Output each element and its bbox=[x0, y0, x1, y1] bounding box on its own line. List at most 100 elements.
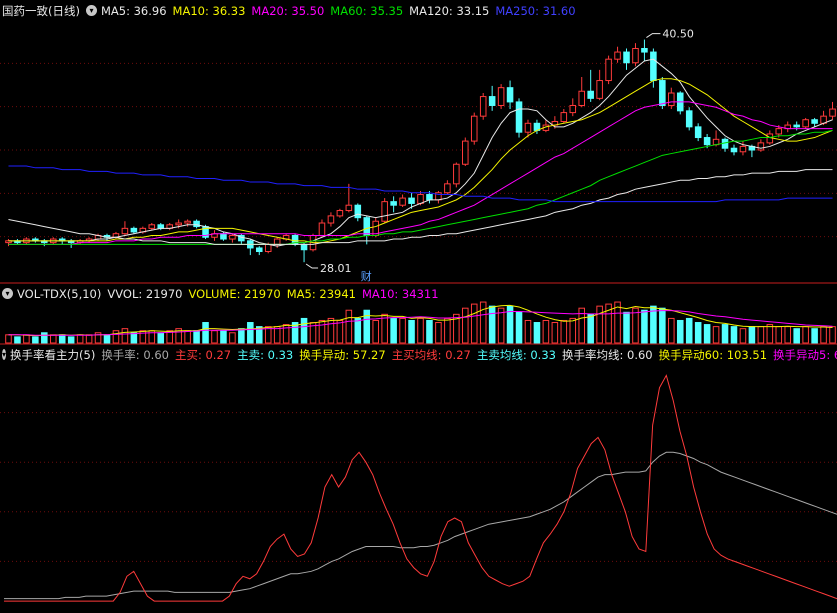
volume-bar bbox=[820, 326, 827, 344]
volume-bar bbox=[32, 336, 39, 344]
volume-bar bbox=[318, 319, 326, 344]
volume-bar bbox=[139, 330, 147, 344]
ind-legend-5: 主卖均线: 0.33 bbox=[476, 348, 556, 362]
volume-bar bbox=[712, 326, 720, 344]
ma-legend-1: MA10: 36.33 bbox=[172, 4, 246, 18]
volume-bar bbox=[336, 319, 344, 344]
volume-bar bbox=[694, 322, 702, 344]
candle-down bbox=[354, 204, 362, 219]
vol-legend-2: MA5: 23941 bbox=[286, 287, 356, 301]
volume-bar bbox=[67, 336, 75, 344]
volume-bar bbox=[5, 334, 12, 344]
candle-down bbox=[650, 51, 657, 82]
candle-up bbox=[264, 243, 272, 253]
candle-down bbox=[623, 51, 630, 64]
volume-bar bbox=[569, 317, 577, 344]
ma-line-ma5 bbox=[8, 58, 833, 247]
candle-up bbox=[578, 90, 586, 106]
volume-bar bbox=[533, 322, 541, 344]
volume-legend: VVOL: 21970 VOLUME: 21970 MA5: 23941 MA10: … bbox=[107, 285, 438, 303]
volume-header: ▾ VOL-TDX(5,10) VVOL: 21970 VOLUME: 21970… bbox=[0, 285, 837, 303]
candle-up bbox=[775, 128, 783, 135]
volume-bar bbox=[802, 326, 809, 344]
candle-down bbox=[130, 227, 138, 233]
ind-legend-4: 主买均线: 0.27 bbox=[391, 348, 471, 362]
candle-up bbox=[444, 183, 451, 194]
volume-bar bbox=[757, 326, 765, 344]
candle-up bbox=[345, 204, 353, 212]
volume-bar bbox=[354, 317, 362, 344]
candle-up bbox=[184, 220, 191, 224]
volume-bar bbox=[327, 317, 335, 344]
vol-legend-1: VOLUME: 21970 bbox=[188, 287, 281, 301]
candle-down bbox=[793, 124, 800, 128]
ma-line-ma60 bbox=[8, 129, 833, 245]
settings-icon[interactable]: ▾ bbox=[2, 288, 13, 299]
volume-bar bbox=[641, 309, 648, 344]
volume-bar bbox=[497, 307, 505, 344]
candle-down bbox=[659, 80, 666, 106]
ind-legend-8: 换手异动5: 69 bbox=[773, 348, 837, 362]
volume-bar bbox=[587, 313, 594, 344]
volume-bar bbox=[229, 332, 236, 344]
low-marker bbox=[305, 263, 319, 269]
volume-bar bbox=[130, 332, 138, 344]
volume-bar bbox=[184, 330, 191, 344]
vol-legend-3: MA10: 34311 bbox=[361, 287, 439, 301]
volume-bar bbox=[417, 317, 424, 344]
volume-bar bbox=[524, 319, 532, 344]
ind-legend-1: 主买: 0.27 bbox=[174, 348, 232, 362]
high-marker bbox=[646, 33, 661, 39]
candle-down bbox=[363, 217, 371, 236]
indicator-title: 换手率看主力(5) bbox=[10, 348, 96, 362]
volume-bar bbox=[659, 307, 666, 344]
candle-up bbox=[632, 47, 639, 64]
vol-legend-0: VVOL: 21970 bbox=[107, 287, 183, 301]
candle-down bbox=[506, 87, 514, 103]
settings-icon[interactable]: ▾ bbox=[2, 349, 7, 360]
ma-legend-3: MA60: 35.35 bbox=[330, 4, 404, 18]
chart-canvas: 40.50 28.01 财 bbox=[0, 28, 837, 602]
volume-bar bbox=[551, 322, 559, 344]
candle-up bbox=[318, 222, 326, 236]
candle-down bbox=[488, 96, 496, 106]
candle-up bbox=[479, 96, 487, 117]
volume-bar bbox=[211, 330, 218, 344]
volume-bar bbox=[76, 334, 84, 344]
volume-bar bbox=[49, 334, 57, 344]
ind-legend-3: 换手异动: 57.27 bbox=[299, 348, 386, 362]
volume-bar bbox=[193, 330, 200, 344]
volume-bar bbox=[784, 326, 792, 344]
ma-line-ma10 bbox=[8, 78, 833, 244]
volume-bar bbox=[408, 319, 415, 344]
candle-up bbox=[802, 119, 809, 128]
price-header: 国药一致(日线) ▾ MA5: 36.96 MA10: 36.33 MA20: 35… bbox=[0, 2, 837, 20]
indicator-legend: 换手率: 0.60 主买: 0.27 主卖: 0.33 换手异动: 57.27 主买均线… bbox=[101, 346, 837, 364]
volume-bar bbox=[435, 322, 442, 344]
candle-up bbox=[668, 92, 675, 106]
volume-bar bbox=[94, 332, 102, 344]
settings-icon[interactable]: ▾ bbox=[85, 5, 97, 16]
volume-bar bbox=[23, 334, 30, 344]
candle-down bbox=[703, 137, 711, 146]
volume-bar bbox=[596, 305, 603, 344]
candle-up bbox=[399, 197, 406, 206]
candle-up bbox=[829, 108, 836, 117]
volume-bar bbox=[426, 319, 433, 344]
volume-bar bbox=[58, 334, 66, 344]
volume-bar bbox=[703, 324, 711, 344]
ma-legend-0: MA5: 36.96 bbox=[100, 4, 167, 18]
ind-legend-6: 换手率均线: 0.60 bbox=[561, 348, 653, 362]
candle-down bbox=[426, 194, 433, 201]
candle-up bbox=[569, 104, 577, 114]
volume-bar bbox=[300, 317, 308, 344]
volume-bar bbox=[220, 330, 227, 344]
candle-up bbox=[327, 215, 335, 224]
candle-up bbox=[381, 201, 388, 222]
volume-bar bbox=[372, 319, 379, 344]
candle-up bbox=[497, 87, 505, 106]
volume-bar bbox=[390, 317, 397, 344]
volume-bar bbox=[829, 326, 836, 344]
volume-bar bbox=[202, 322, 209, 344]
volume-bar bbox=[775, 326, 783, 344]
